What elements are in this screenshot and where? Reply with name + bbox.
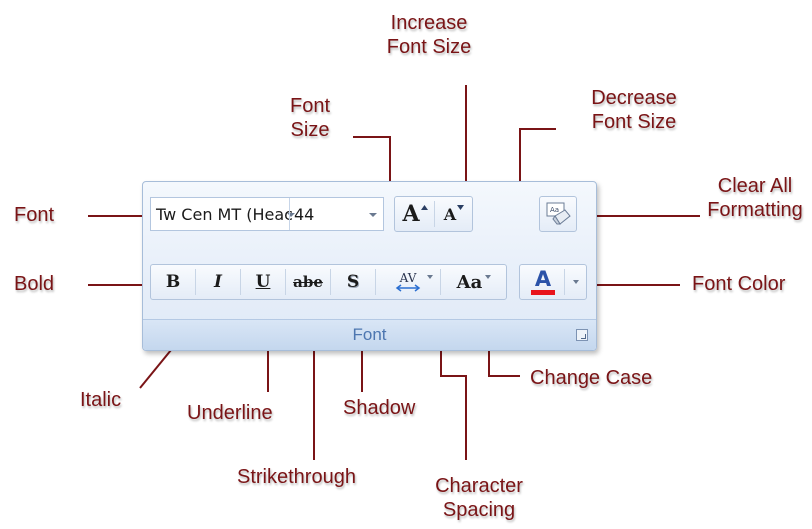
shrink-font-icon: A xyxy=(443,204,457,224)
font-size-label: Font Size xyxy=(289,95,331,141)
clear-formatting-button[interactable]: Aa xyxy=(539,196,577,232)
change-case-label: Change Case xyxy=(530,367,653,389)
font-ribbon-group: Tw Cen MT (Heac 44 A A Aa B I U abe S AV… xyxy=(142,181,597,351)
strikethrough-button[interactable]: abe xyxy=(286,265,330,299)
font-size-value: 44 xyxy=(294,205,315,224)
grow-shrink-buttons: A A xyxy=(394,196,473,232)
decrease-font-size-label: Decrease Font Size xyxy=(591,87,677,133)
shadow-label: Shadow xyxy=(343,397,416,419)
font-name-combo[interactable]: Tw Cen MT (Heac 44 xyxy=(150,197,384,231)
separator xyxy=(564,269,565,295)
bold-label: Bold xyxy=(14,273,55,295)
chevron-down-icon xyxy=(427,275,433,279)
clear-all-formatting-label: Clear All Formatting xyxy=(707,175,803,221)
font-label: Font xyxy=(14,204,55,226)
format-buttons-strip: B I U abe S AV Aa xyxy=(150,264,507,300)
font-color-main[interactable]: A xyxy=(524,265,562,299)
increase-font-size-button[interactable]: A xyxy=(397,197,433,231)
font-color-button[interactable]: A xyxy=(519,264,587,300)
italic-label: Italic xyxy=(80,389,122,411)
group-footer: Font xyxy=(143,319,596,350)
chevron-down-icon xyxy=(485,275,492,279)
up-triangle-icon xyxy=(420,204,428,210)
underline-button[interactable]: U xyxy=(241,265,285,299)
change-case-icon: Aa xyxy=(456,271,483,293)
leader-decrease xyxy=(519,128,556,187)
decrease-font-size-button[interactable]: A xyxy=(436,197,472,231)
dialog-launcher-icon[interactable] xyxy=(576,329,588,341)
strikethrough-label: Strikethrough xyxy=(237,466,356,488)
character-spacing-button[interactable]: AV xyxy=(376,265,440,299)
increase-font-size-label: Increase Font Size xyxy=(386,12,472,58)
group-title: Font xyxy=(352,325,387,344)
font-color-bar xyxy=(531,290,555,295)
underline-label: Underline xyxy=(187,402,273,424)
down-triangle-icon xyxy=(457,204,465,210)
grow-font-icon: A xyxy=(402,201,420,227)
char-spacing-text: AV xyxy=(399,271,417,285)
combo-divider xyxy=(289,198,290,230)
font-color-letter: A xyxy=(534,267,552,291)
font-color-label: Font Color xyxy=(692,273,786,295)
bold-button[interactable]: B xyxy=(151,265,195,299)
eraser-icon: Aa xyxy=(546,202,571,225)
chevron-down-icon[interactable] xyxy=(573,280,579,284)
double-arrow-icon xyxy=(395,284,421,292)
shadow-button[interactable]: S xyxy=(331,265,375,299)
font-size-dropdown-arrow[interactable] xyxy=(369,213,377,217)
character-spacing-label: Character Spacing xyxy=(435,475,523,521)
font-name-value: Tw Cen MT (Heac xyxy=(156,205,293,224)
change-case-button[interactable]: Aa xyxy=(441,265,507,299)
italic-button[interactable]: I xyxy=(196,265,240,299)
svg-text:Aa: Aa xyxy=(550,206,559,214)
separator xyxy=(434,201,435,227)
